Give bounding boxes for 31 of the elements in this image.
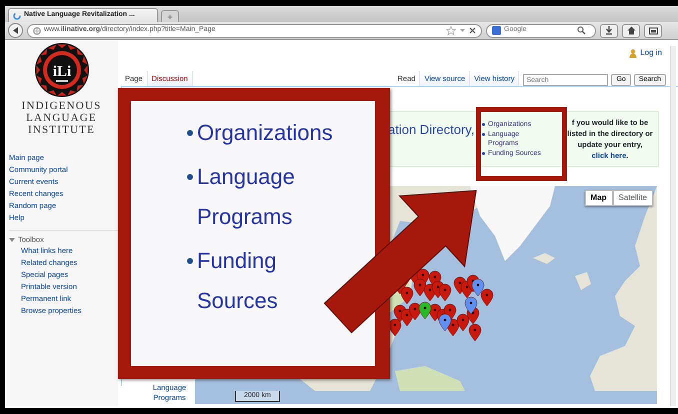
map-type-button[interactable]: Map [584,190,613,206]
search-icon[interactable] [577,26,586,35]
callout-link[interactable]: Language Programs [197,157,347,237]
scrollbar[interactable] [670,46,676,406]
bullet-icon [482,133,485,136]
callout-link[interactable]: Funding Sources [197,241,347,321]
logo-text: iLi [52,64,71,80]
home-icon [626,26,636,35]
bullet-icon [187,130,193,136]
bullet-icon [187,174,193,180]
map-type-button[interactable]: Satellite [612,190,653,206]
bullet-icon [187,258,193,264]
triangle-icon[interactable] [9,236,15,243]
bullet-icon [482,152,485,155]
user-icon [629,48,638,58]
window-icon [648,26,658,34]
site-name: INDIGENOUS LANGUAGE INSTITUTE [22,100,102,136]
home-button[interactable] [622,24,640,38]
download-button[interactable] [600,24,618,38]
back-button[interactable] [8,23,23,38]
callout-link[interactable]: Organizations [197,113,333,153]
bullet-icon [482,123,485,126]
star-icon[interactable] [446,26,456,36]
spinner-icon [13,12,21,20]
download-icon [605,26,613,35]
close-icon[interactable] [469,27,476,34]
back-arrow-icon [12,26,19,35]
window-menu-button[interactable] [644,24,662,38]
globe-icon [33,26,41,34]
login-link[interactable]: Log in [640,47,662,59]
new-tab-button[interactable]: + [161,10,179,22]
